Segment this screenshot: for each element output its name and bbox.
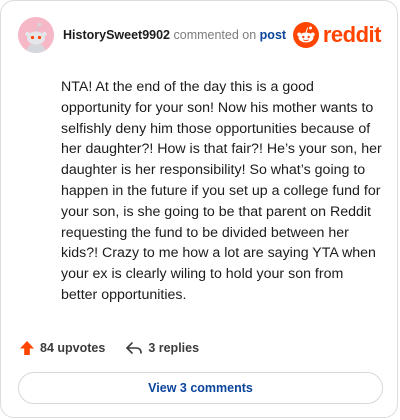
snoo-avatar-icon [18,17,54,53]
post-link[interactable]: post [260,28,286,42]
comment-body: NTA! At the end of the day this is a goo… [61,79,382,303]
reply-arrow-icon [126,342,143,354]
user-avatar[interactable] [18,17,54,53]
comment-actions: 84 upvotes 3 replies [19,338,199,358]
upvote-button[interactable]: 84 upvotes [19,340,105,356]
reddit-wordmark: reddit [322,22,382,47]
username-link[interactable]: HistorySweet9902 [63,28,170,42]
reddit-logo[interactable]: reddit [292,22,382,48]
upvote-count: 84 upvotes [40,341,106,355]
comment-card: HistorySweet9902 commented on post reddi… [0,0,398,418]
replies-button[interactable]: 3 replies [125,340,199,356]
comment-byline: HistorySweet9902 commented on post [63,28,286,42]
commented-on-label: commented on [173,28,257,42]
upvote-arrow-icon [20,341,34,355]
comment-header: HistorySweet9902 commented on post reddi… [18,17,382,53]
reply-count: 3 replies [148,341,200,355]
view-comments-button[interactable]: View 3 comments [18,372,383,404]
reddit-snoo-icon [292,22,319,48]
